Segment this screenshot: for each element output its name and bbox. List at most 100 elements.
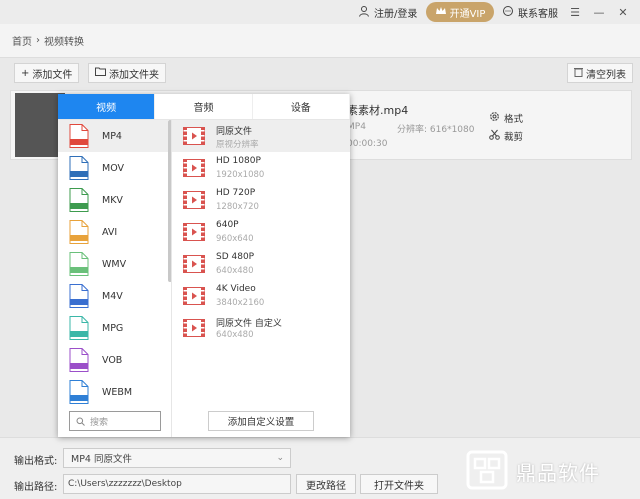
resolution-list: 添加自定义设置 同原文件原视分辨率 HD 1080P 1920x1080 HD 720… [172,120,350,437]
video-file-icon [183,319,205,337]
file-format-icon [69,348,89,372]
vip-button[interactable]: 开通VIP [426,2,494,22]
crown-icon [435,6,447,19]
format-item-webm[interactable]: WEBM [58,376,168,408]
add-file-button[interactable]: + 添加文件 [14,63,80,83]
trash-icon [574,67,583,80]
format-item-label: VOB [102,354,123,366]
format-item-label: MP4 [102,130,122,142]
resolution-name: 同原文件 [216,127,253,137]
format-item-vob[interactable]: VOB [58,344,168,376]
tab-device[interactable]: 设备 [253,94,350,119]
login-label: 注册/登录 [374,8,418,20]
toolbar: + 添加文件 添加文件夹 清空列表 [0,58,640,88]
video-file-icon [183,255,205,273]
title-bar: 注册/登录 开通VIP 联系客服 ☰ — ✕ [0,0,640,24]
change-path-button[interactable]: 更改路径 [296,474,356,494]
format-item-mkv[interactable]: MKV [58,184,168,216]
format-action-label: 格式 [504,114,524,125]
format-item-mpg[interactable]: MPG [58,312,168,344]
resolution-item[interactable]: SD 480P 640x480 [172,248,350,280]
resolution-size: 原视分辨率 [216,140,259,150]
menu-icon[interactable]: ☰ [566,3,584,21]
resolution-name: SD 480P [216,252,255,262]
vip-label: 开通VIP [449,8,486,20]
video-file-icon [183,159,205,177]
tab-video[interactable]: 视频 [58,94,156,119]
format-item-wmv[interactable]: WMV [58,248,168,280]
file-name: 素素材.mp4 [347,104,409,117]
format-button[interactable]: 格式 [489,111,523,125]
user-icon [358,5,370,20]
chat-icon [502,5,514,20]
output-path-value: C:\Users\zzzzzzz\Desktop [68,479,182,489]
format-item-label: AVI [102,226,118,238]
resolution-item[interactable]: 4K Video 3840x2160 [172,280,350,312]
video-file-icon [183,223,205,241]
folder-icon [95,67,106,79]
watermark-text: 鼎品软件 [516,460,600,485]
gear-icon [489,111,500,125]
output-path-label: 输出路径: [14,482,58,493]
format-item-mov[interactable]: MOV [58,152,168,184]
clear-list-button[interactable]: 清空列表 [567,63,633,83]
format-item-label: WMV [102,258,127,270]
video-file-icon [183,287,205,305]
format-item-m4v[interactable]: M4V [58,280,168,312]
file-duration: 00:00:30 [347,139,388,149]
file-format-icon [69,380,89,404]
format-item-label: MOV [102,162,125,174]
resolution-name: HD 1080P [216,156,261,166]
resolution-size: 640x480 [216,266,254,276]
format-item-label: MKV [102,194,123,206]
close-icon[interactable]: ✕ [614,3,632,21]
format-item-mp4[interactable]: MP4 [58,120,168,152]
open-folder-label: 打开文件夹 [374,480,424,492]
resolution-name: 同原文件 自定义 [216,319,282,329]
add-custom-setting-button[interactable]: 添加自定义设置 [208,411,314,431]
resolution-name: 640P [216,220,239,230]
login-link[interactable]: 注册/登录 [358,0,417,24]
format-item-avi[interactable]: AVI [58,216,168,248]
resolution-name: HD 720P [216,188,256,198]
search-icon [76,417,85,426]
chevron-down-icon: ⌄ [276,453,284,463]
resolution-item[interactable]: 640P 960x640 [172,216,350,248]
watermark-logo: 鼎品软件 [466,448,636,494]
watermark-icon [466,450,508,493]
output-path-field[interactable]: C:\Users\zzzzzzz\Desktop [63,474,291,494]
format-item-label: WEBM [102,386,133,398]
plus-icon: + [21,67,30,79]
format-list: MP4 MOV MKV AVI WMV M4V MPG VOB WEBM 搜索 [58,120,172,437]
file-format-icon [69,220,89,244]
file-format-icon [69,252,89,276]
resolution-size: 640x480 [216,330,254,340]
resolution-item[interactable]: 同原文件 自定义 640x480 [172,312,350,344]
resolution-item[interactable]: HD 1080P 1920x1080 [172,152,350,184]
change-path-label: 更改路径 [306,480,346,492]
minimize-icon[interactable]: — [590,3,608,21]
file-resolution: 分辨率: 616*1080 [397,125,475,135]
crop-button[interactable]: 裁剪 [489,129,523,143]
resolution-item[interactable]: 同原文件 原视分辨率 [172,120,350,152]
breadcrumb: 首页 › 视频转换 [0,24,640,58]
output-format-label: 输出格式: [14,456,58,467]
output-format-value: MP4 同原文件 [71,454,132,465]
breadcrumb-home[interactable]: 首页 [12,33,32,48]
service-link[interactable]: 联系客服 [502,0,558,24]
breadcrumb-current: 视频转换 [44,37,84,48]
tab-audio[interactable]: 音频 [155,94,253,119]
file-format-icon [69,188,89,212]
format-search-input[interactable]: 搜索 [69,411,161,431]
add-file-label: 添加文件 [32,69,73,81]
file-format-icon [69,124,89,148]
chevron-right-icon: › [36,35,40,46]
add-folder-button[interactable]: 添加文件夹 [88,63,166,83]
open-folder-button[interactable]: 打开文件夹 [360,474,438,494]
service-label: 联系客服 [518,8,558,20]
resolution-size: 1920x1080 [216,170,265,180]
resolution-item[interactable]: HD 720P 1280x720 [172,184,350,216]
format-tabs: 视频 音频 设备 [58,94,350,120]
file-format-icon [69,316,89,340]
output-format-select[interactable]: MP4 同原文件 ⌄ [63,448,291,468]
